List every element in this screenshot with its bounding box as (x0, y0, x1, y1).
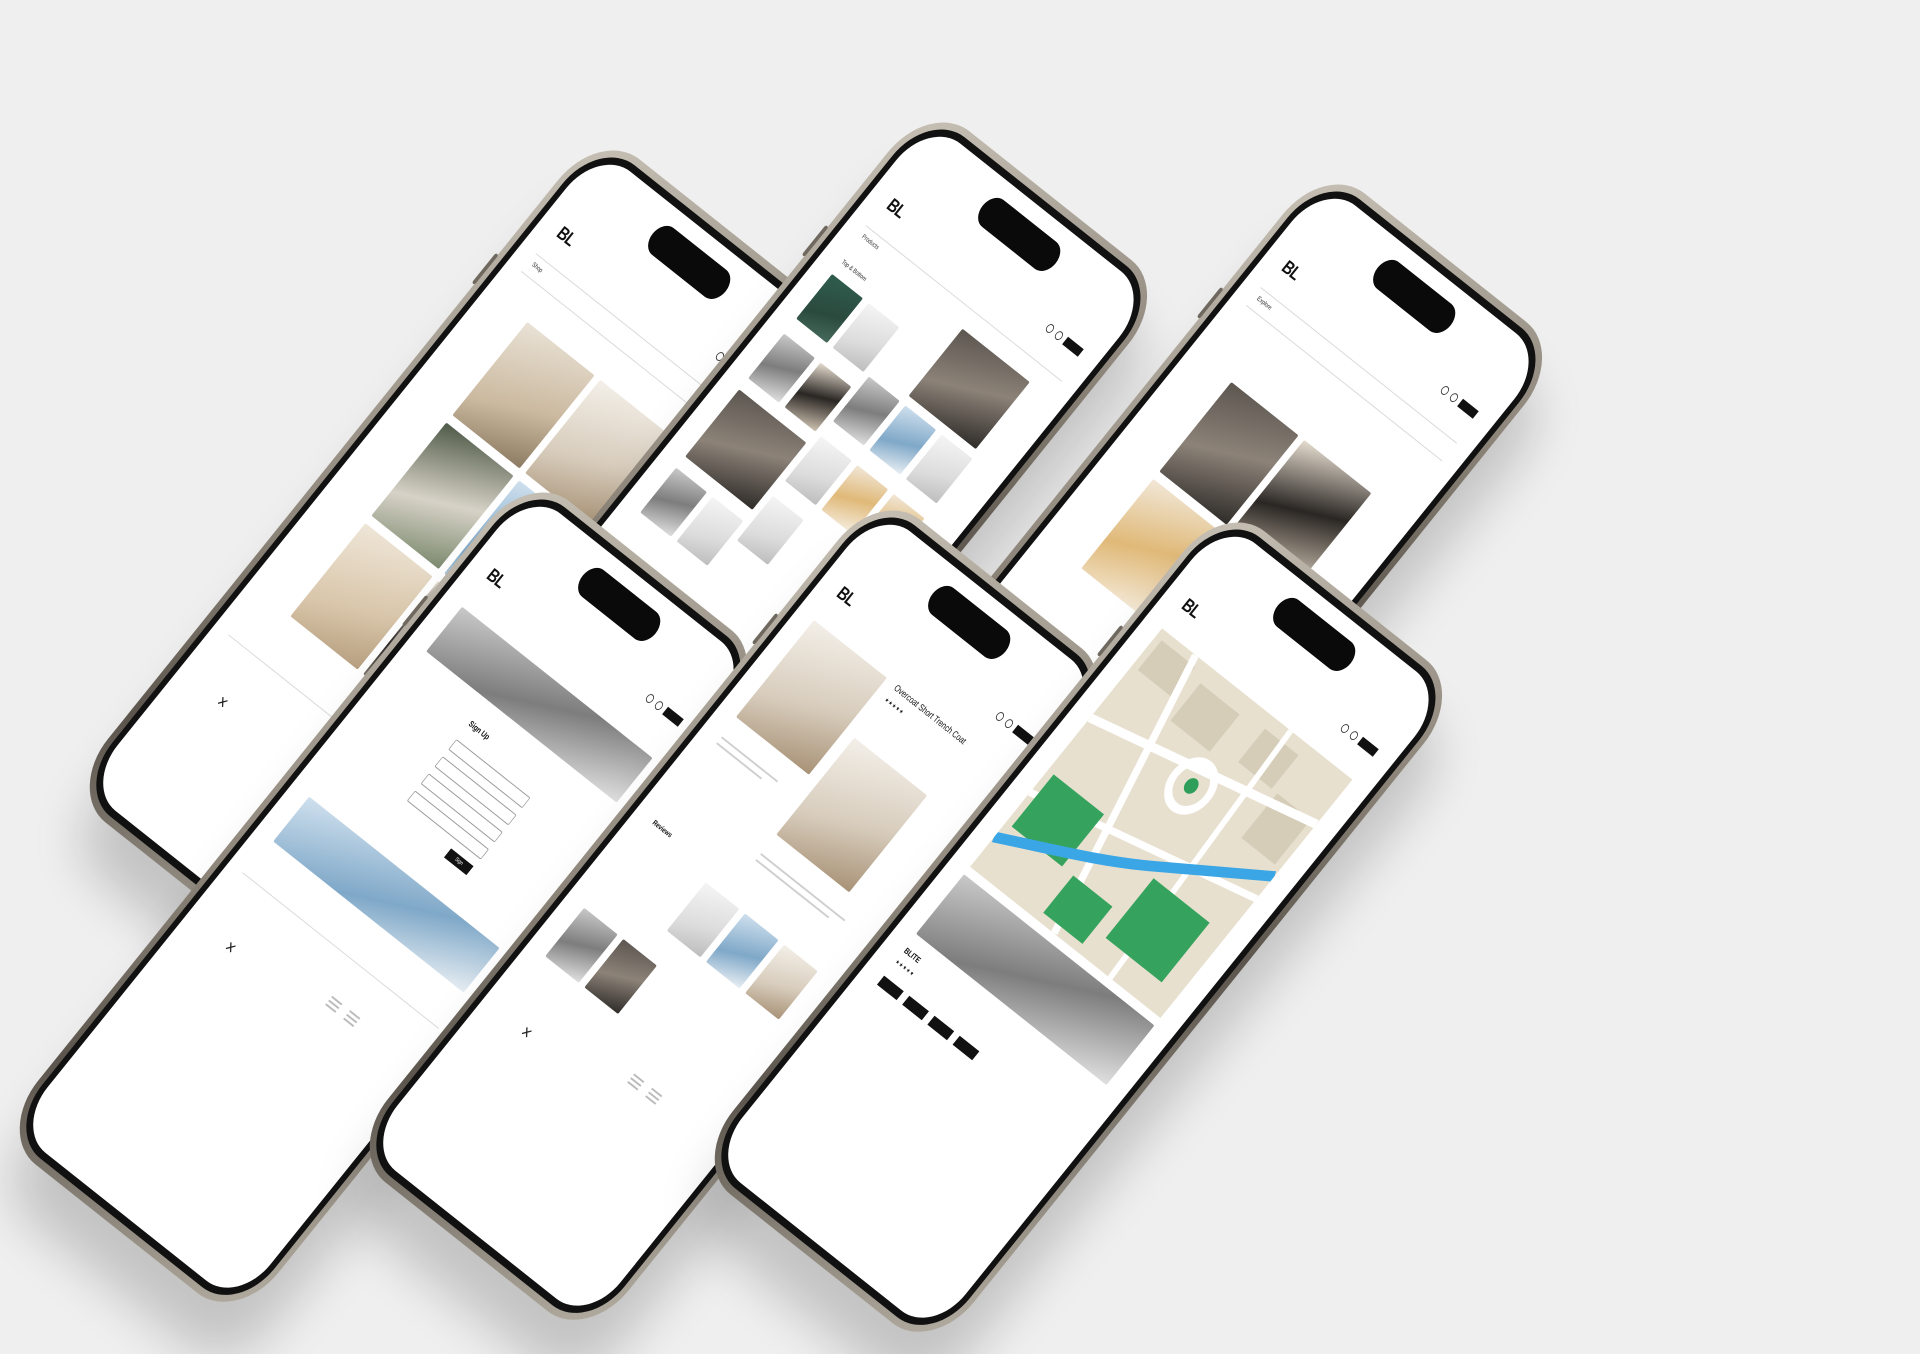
action-button[interactable] (876, 975, 904, 1001)
page-crumb: Products (860, 233, 881, 252)
bag-icon[interactable] (1448, 391, 1460, 404)
nav (606, 265, 636, 289)
action-button[interactable] (952, 1035, 980, 1061)
bag-icon[interactable] (1348, 729, 1360, 742)
brand-logo[interactable]: BL (482, 565, 510, 593)
search-icon[interactable] (644, 692, 656, 705)
search-icon[interactable] (994, 710, 1006, 723)
footer-logo: ✕ (213, 693, 231, 713)
brand-logo[interactable]: BL (832, 583, 860, 611)
brand-logo[interactable]: BL (882, 195, 910, 223)
add-to-cart-button[interactable] (869, 719, 892, 737)
reviews-heading: Reviews (650, 818, 675, 840)
brand-logo[interactable]: BL (1177, 595, 1205, 623)
account-button[interactable] (1357, 736, 1379, 757)
search-icon[interactable] (1439, 384, 1451, 397)
account-button[interactable] (662, 706, 684, 727)
mockup-stage: BL Shop ✕ BL Products Top & Bottom BL Ex… (0, 0, 1920, 1354)
account-button[interactable] (1457, 398, 1479, 419)
page-crumb: Shop (530, 261, 544, 275)
signup-title: Sign Up (466, 718, 492, 742)
account-button[interactable] (1062, 336, 1084, 357)
footer-logo: ✕ (221, 938, 239, 958)
store-wordmark: BLITE (902, 945, 923, 965)
search-icon[interactable] (1044, 322, 1056, 335)
section-label: Top & Bottom (839, 259, 868, 283)
gallery-strip (273, 796, 500, 993)
signup-button[interactable]: Sign (443, 848, 474, 876)
bag-icon[interactable] (653, 699, 665, 712)
bag-icon[interactable] (1003, 717, 1015, 730)
page-crumb: Explore (1255, 295, 1273, 312)
footer-logo: ✕ (517, 1023, 535, 1043)
action-button[interactable] (902, 995, 929, 1021)
brand-logo[interactable]: BL (552, 223, 580, 251)
action-button[interactable] (927, 1015, 955, 1041)
bag-icon[interactable] (1053, 329, 1065, 342)
search-icon[interactable] (1339, 722, 1351, 735)
brand-logo[interactable]: BL (1277, 257, 1305, 285)
